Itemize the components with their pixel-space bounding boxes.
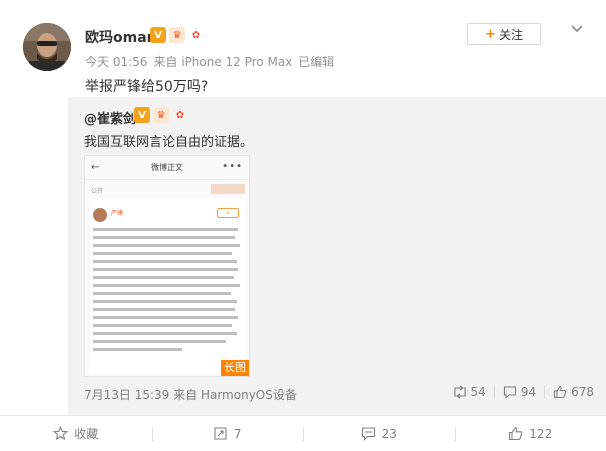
medal-icon[interactable]: ✿ bbox=[172, 107, 188, 123]
comment-icon bbox=[503, 386, 516, 399]
star-icon bbox=[53, 426, 69, 441]
long-image-header: ← 微博正文 ••• bbox=[85, 156, 249, 180]
repost-comment-action[interactable]: 94 bbox=[493, 385, 544, 399]
back-arrow-icon: ← bbox=[91, 162, 100, 173]
long-image-avatar bbox=[93, 208, 107, 222]
like-icon bbox=[509, 426, 523, 441]
username[interactable]: 欧玛omar bbox=[85, 27, 154, 47]
favorite-label: 收藏 bbox=[74, 427, 99, 441]
post-text: 举报严锋给50万吗? bbox=[85, 79, 209, 95]
long-image-page-title: 微博正文 bbox=[151, 163, 183, 172]
medal-icon[interactable]: ✿ bbox=[188, 27, 204, 43]
long-image-content: 严锋 + bbox=[89, 198, 245, 374]
long-image-thumbnail[interactable]: ← 微博正文 ••• 公开 严锋 + 长图 bbox=[84, 155, 250, 377]
comment-count: 23 bbox=[381, 426, 397, 441]
repost-source: 来自 HarmonyOS设备 bbox=[173, 388, 297, 402]
repost-comment-count: 94 bbox=[520, 385, 537, 399]
repost-block: @崔紫剑 V ♛ ✿ 我国互联网言论自由的证据。 ← 微博正文 ••• 公开 严… bbox=[68, 97, 606, 415]
like-icon bbox=[554, 385, 567, 399]
edited-label[interactable]: 已编辑 bbox=[298, 55, 334, 69]
repost-actions: 54 94 678 bbox=[445, 385, 606, 399]
post-time[interactable]: 今天 01:56 bbox=[85, 55, 147, 69]
follow-button[interactable]: + 关注 bbox=[467, 23, 541, 45]
verified-icon[interactable]: V bbox=[134, 107, 150, 123]
repost-time[interactable]: 7月13日 15:39 bbox=[84, 388, 169, 402]
repost-button[interactable]: 7 bbox=[151, 416, 304, 451]
chevron-down-icon[interactable] bbox=[570, 22, 584, 36]
crown-icon[interactable]: ♛ bbox=[153, 107, 169, 123]
repost-like-action[interactable]: 678 bbox=[544, 385, 606, 399]
comment-icon bbox=[361, 427, 375, 441]
like-count: 122 bbox=[529, 426, 553, 441]
follow-label: 关注 bbox=[498, 27, 523, 42]
long-image-text-lines bbox=[93, 228, 241, 356]
weibo-post-card: 欧玛omar V ♛ ✿ + 关注 今天 01:56 来自 iPhone 12 P… bbox=[0, 0, 606, 451]
action-bar: 收藏 7 23 122 bbox=[0, 415, 606, 451]
repost-like-count: 678 bbox=[571, 385, 594, 399]
long-image-decoration bbox=[211, 184, 245, 194]
comment-button[interactable]: 23 bbox=[303, 416, 455, 451]
avatar[interactable] bbox=[23, 23, 71, 71]
crown-icon[interactable]: ♛ bbox=[169, 27, 185, 43]
share-icon bbox=[214, 427, 227, 440]
more-dots-icon: ••• bbox=[222, 161, 243, 172]
repost-username[interactable]: @崔紫剑 bbox=[84, 108, 136, 127]
repost-repost-action[interactable]: 54 bbox=[445, 385, 494, 399]
long-image-sub-label: 公开 bbox=[91, 188, 104, 195]
repost-count: 7 bbox=[233, 426, 242, 441]
post-meta: 今天 01:56 来自 iPhone 12 Pro Max 已编辑 bbox=[85, 53, 340, 70]
post-source: 来自 iPhone 12 Pro Max bbox=[153, 55, 293, 69]
repost-icon bbox=[453, 385, 466, 399]
user-badges: V ♛ ✿ bbox=[150, 27, 204, 43]
long-image-badge: 长图 bbox=[221, 360, 249, 376]
long-image-author: 严锋 bbox=[111, 210, 124, 217]
repost-user-badges: V ♛ ✿ bbox=[134, 107, 188, 123]
verified-icon[interactable]: V bbox=[150, 27, 166, 43]
plus-icon: + bbox=[485, 26, 496, 42]
favorite-button[interactable]: 收藏 bbox=[0, 416, 152, 451]
repost-repost-count: 54 bbox=[470, 385, 486, 399]
repost-meta: 7月13日 15:39 来自 HarmonyOS设备 bbox=[84, 386, 297, 403]
like-button[interactable]: 122 bbox=[454, 416, 606, 451]
long-image-follow-icon: + bbox=[217, 208, 239, 218]
repost-text: 我国互联网言论自由的证据。 bbox=[84, 135, 254, 150]
